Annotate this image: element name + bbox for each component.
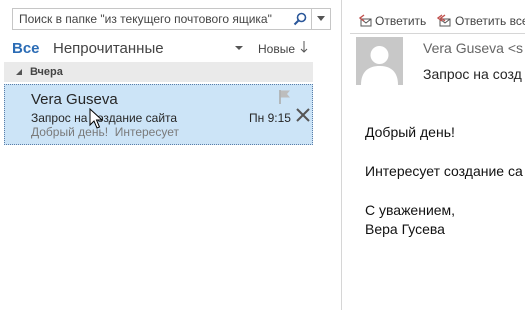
search-bar: Поиск в папке "из текущего почтового ящи… xyxy=(12,8,331,30)
body-greeting: Добрый день! xyxy=(365,124,455,140)
search-input[interactable]: Поиск в папке "из текущего почтового ящи… xyxy=(13,9,289,29)
reply-icon xyxy=(358,14,372,27)
reply-label: Ответить xyxy=(375,14,427,28)
reply-all-icon xyxy=(436,14,451,27)
message-subject: Запрос на создание сайта xyxy=(31,111,178,125)
message-preview: Добрый день! Интересует xyxy=(31,125,179,139)
delete-icon[interactable] xyxy=(295,107,311,123)
body-closing: С уважением, xyxy=(365,202,456,218)
pane-divider[interactable] xyxy=(341,0,342,310)
reading-subject: Запрос на созд xyxy=(423,66,522,82)
search-icon[interactable] xyxy=(289,9,311,29)
filter-bar: Все Непрочитанные Новые xyxy=(12,38,312,58)
filter-unread-tab[interactable]: Непрочитанные xyxy=(53,40,164,57)
message-sender: Vera Guseva xyxy=(31,91,118,108)
message-time: Пн 9:15 xyxy=(249,111,291,125)
body-line: Интересует создание са xyxy=(365,163,523,179)
body-signature: Вера Гусева xyxy=(365,221,445,237)
flag-icon[interactable] xyxy=(278,89,292,105)
group-label: Вчера xyxy=(30,66,63,78)
person-silhouette-icon xyxy=(361,46,398,85)
filter-dropdown-icon[interactable] xyxy=(234,43,244,53)
sort-order-button[interactable]: Новые xyxy=(258,42,295,56)
message-list-item[interactable]: Vera Guseva Запрос на создание сайта Доб… xyxy=(4,84,313,145)
sort-arrow-down-icon[interactable] xyxy=(300,41,308,53)
avatar[interactable] xyxy=(356,37,403,85)
search-scope-dropdown-icon[interactable] xyxy=(312,9,330,29)
reply-button[interactable]: Ответить xyxy=(358,13,426,29)
mouse-cursor-icon xyxy=(89,108,103,129)
toolbar-divider xyxy=(350,33,525,34)
reply-all-button[interactable]: Ответить все xyxy=(436,13,525,29)
collapse-triangle-icon[interactable] xyxy=(14,67,24,77)
reply-all-label: Ответить все xyxy=(455,14,525,28)
filter-all-tab[interactable]: Все xyxy=(12,40,40,57)
group-header-yesterday[interactable]: Вчера xyxy=(4,62,313,82)
reading-from[interactable]: Vera Guseva <s xyxy=(423,40,523,56)
